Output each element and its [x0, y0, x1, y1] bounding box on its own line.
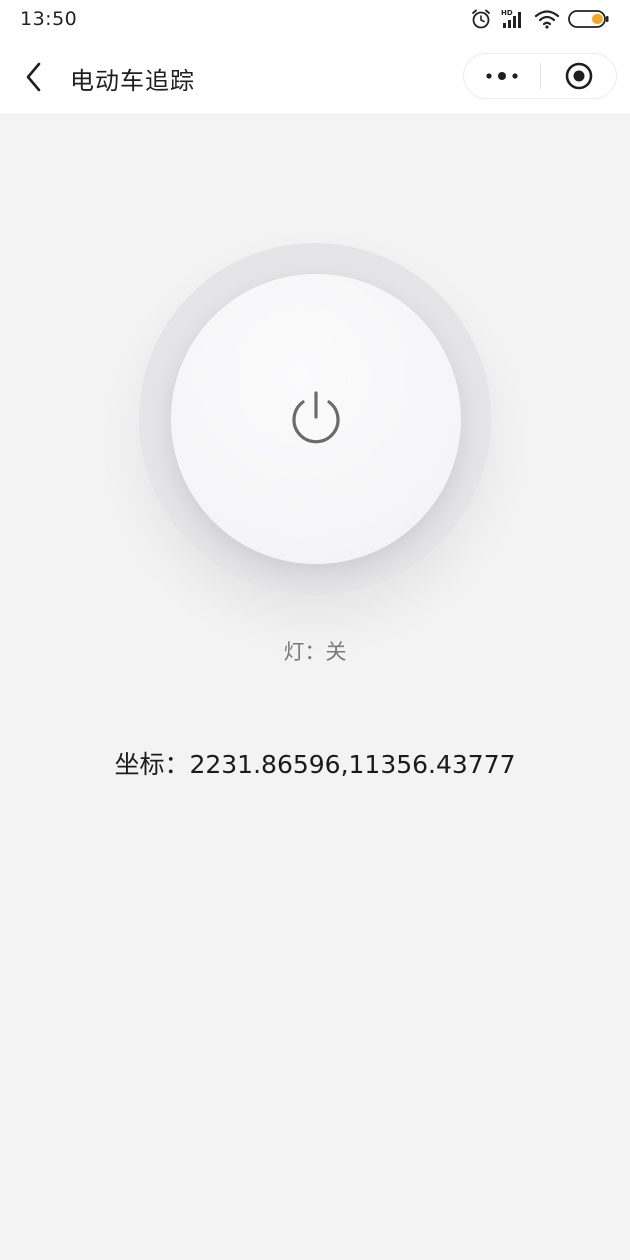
more-dots-icon	[486, 72, 518, 80]
coordinates-label: 坐标：2231.86596,11356.43777	[114, 750, 516, 779]
power-icon	[292, 391, 340, 444]
light-status-label: 灯：关	[283, 640, 347, 664]
hd-signal-icon: HD	[500, 8, 526, 30]
page-title: 电动车追踪	[70, 67, 195, 95]
power-toggle-button[interactable]	[171, 274, 461, 564]
status-icons: HD	[470, 7, 610, 31]
target-circle-icon	[565, 62, 593, 90]
wifi-icon	[534, 8, 560, 30]
chevron-left-icon	[26, 62, 41, 92]
battery-icon	[568, 8, 610, 30]
close-mini-program-button[interactable]	[541, 54, 617, 98]
back-button[interactable]	[18, 58, 50, 96]
mini-program-capsule	[463, 53, 617, 99]
status-bar: 13:50 HD	[0, 0, 630, 40]
more-button[interactable]	[464, 54, 540, 98]
status-time: 13:50	[20, 8, 78, 30]
alarm-icon	[470, 8, 492, 30]
hd-label: HD	[501, 9, 513, 17]
nav-bar: 电动车追踪	[0, 40, 630, 114]
